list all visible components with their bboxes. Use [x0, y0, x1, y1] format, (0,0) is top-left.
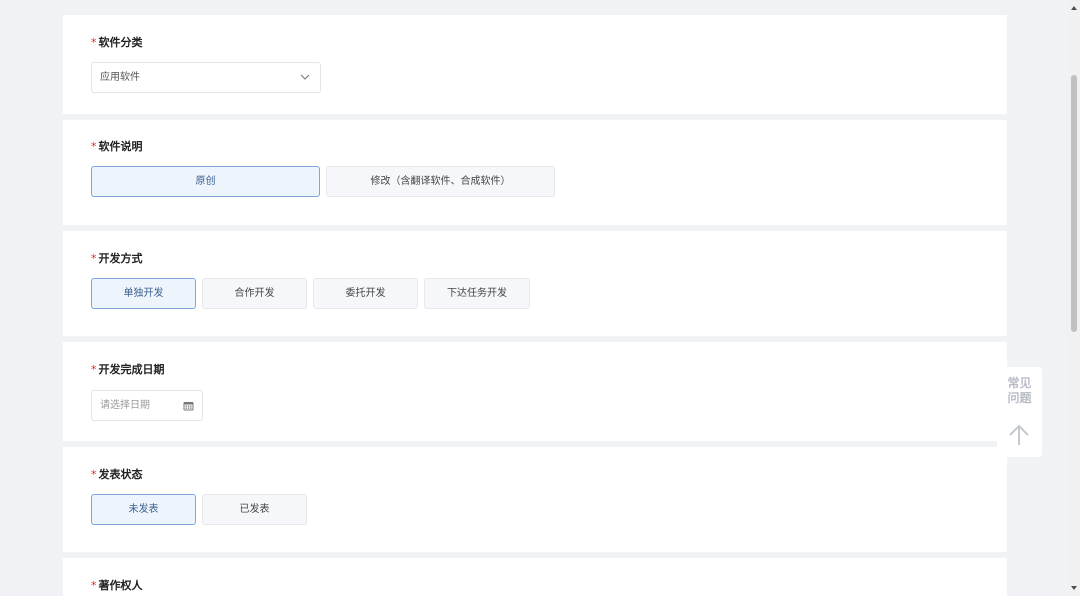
option-published[interactable]: 已发表 [202, 494, 307, 525]
required-mark: * [91, 140, 97, 153]
software-category-label: * 软件分类 [91, 36, 143, 49]
option-solo-dev[interactable]: 单独开发 [91, 278, 196, 309]
software-description-label: * 软件说明 [91, 140, 143, 153]
form-content: * 软件分类 应用软件 * 软件说明 原创 修改（含翻译软件、合成软件） * 开发方式… [63, 0, 1007, 596]
software-category-value: 应用软件 [100, 72, 140, 83]
date-placeholder: 请选择日期 [100, 400, 150, 411]
completion-date-label: * 开发完成日期 [91, 363, 165, 376]
publish-status-card: * 发表状态 未发表 已发表 [63, 447, 1007, 552]
dev-mode-card: * 开发方式 单独开发 合作开发 委托开发 下达任务开发 [63, 231, 1007, 336]
option-original[interactable]: 原创 [91, 166, 320, 197]
required-mark: * [91, 363, 97, 376]
floating-help-panel: 常见 问题 [997, 367, 1042, 457]
required-mark: * [91, 252, 97, 265]
software-category-select[interactable]: 应用软件 [91, 62, 321, 93]
software-category-card: * 软件分类 应用软件 [63, 15, 1007, 114]
scroll-up-arrow-icon[interactable] [1071, 5, 1077, 11]
copyright-owner-label: * 著作权人 [91, 579, 143, 592]
chevron-down-icon [300, 74, 310, 80]
software-description-card: * 软件说明 原创 修改（含翻译软件、合成软件） [63, 120, 1007, 225]
calendar-icon [183, 402, 194, 411]
required-mark: * [91, 468, 97, 481]
vertical-scrollbar[interactable] [1068, 0, 1080, 596]
scroll-down-arrow-icon[interactable] [1071, 585, 1077, 591]
required-mark: * [91, 36, 97, 49]
completion-date-picker[interactable]: 请选择日期 [91, 390, 203, 421]
arrow-up-icon[interactable] [1007, 423, 1031, 447]
copyright-owner-card: * 著作权人 [63, 558, 1007, 596]
publish-status-label: * 发表状态 [91, 468, 143, 481]
option-commissioned-dev[interactable]: 委托开发 [313, 278, 418, 309]
required-mark: * [91, 579, 97, 592]
completion-date-card: * 开发完成日期 请选择日期 [63, 342, 1007, 441]
option-assigned-dev[interactable]: 下达任务开发 [424, 278, 530, 309]
option-modified[interactable]: 修改（含翻译软件、合成软件） [326, 166, 555, 197]
dev-mode-label: * 开发方式 [91, 252, 143, 265]
faq-link[interactable]: 常见 问题 [997, 376, 1042, 406]
option-joint-dev[interactable]: 合作开发 [202, 278, 307, 309]
option-unpublished[interactable]: 未发表 [91, 494, 196, 525]
scrollbar-thumb[interactable] [1071, 75, 1077, 332]
